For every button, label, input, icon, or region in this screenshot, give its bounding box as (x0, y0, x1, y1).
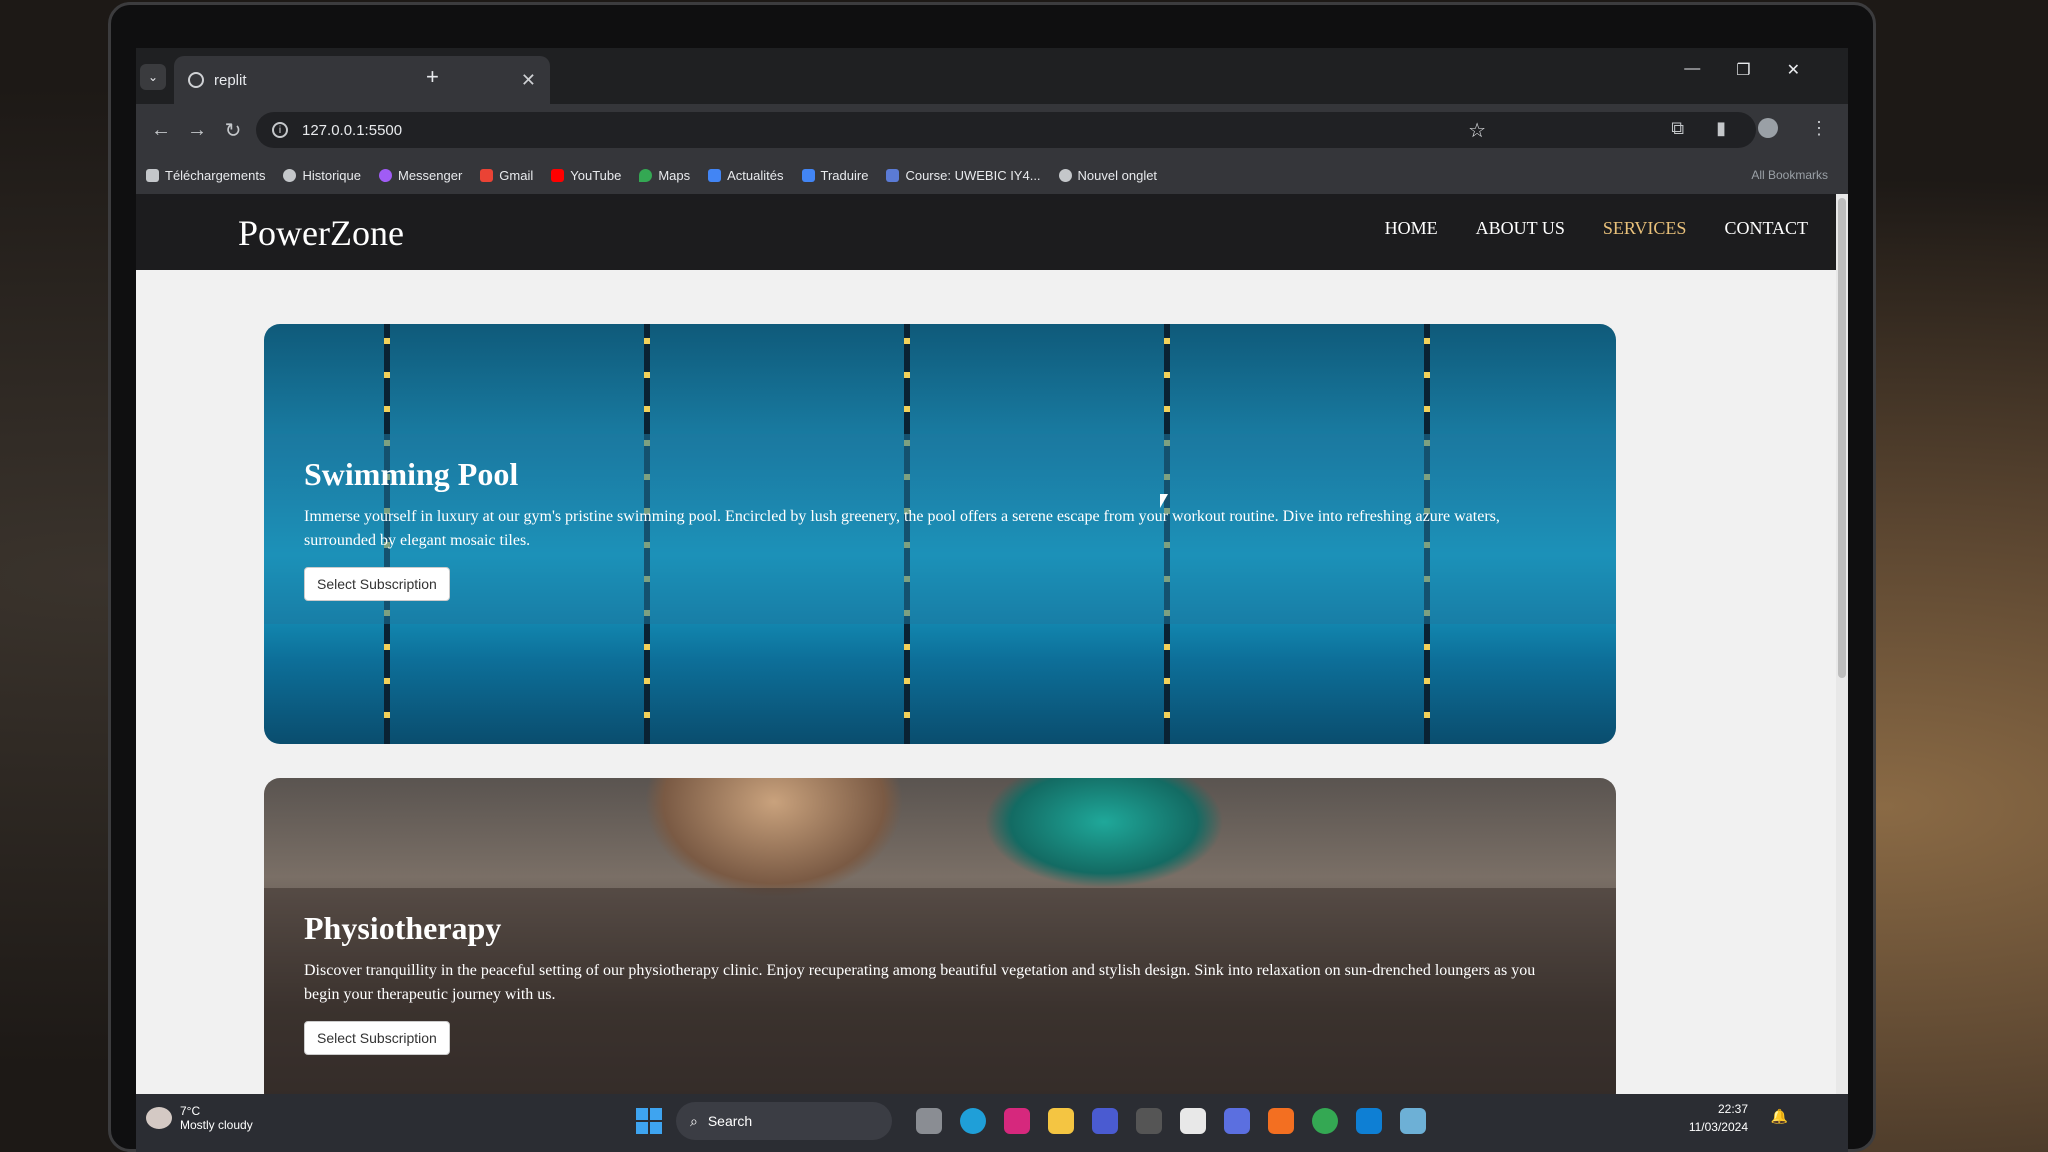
xampp-icon[interactable] (1268, 1108, 1294, 1134)
task-view-icon[interactable] (916, 1108, 942, 1134)
bookmark-youtube[interactable]: YouTube (551, 168, 621, 183)
history-icon (283, 168, 297, 182)
bookmark-star-icon[interactable]: ☆ (1468, 118, 1486, 143)
site-header: PowerZone HOME ABOUT US SERVICES CONTACT (136, 194, 1848, 270)
web-page: PowerZone HOME ABOUT US SERVICES CONTACT… (136, 194, 1848, 1094)
globe-icon (1058, 168, 1072, 182)
copilot-icon[interactable] (1224, 1108, 1250, 1134)
close-window-icon[interactable]: ✕ (1787, 60, 1800, 80)
site-info-icon[interactable]: i (272, 122, 288, 138)
athlete-image (644, 778, 904, 898)
maps-icon (639, 168, 653, 182)
search-label: Search (707, 1113, 753, 1129)
bookmark-translate[interactable]: Traduire (801, 168, 868, 183)
gmail-icon (480, 168, 494, 182)
instagram-icon[interactable] (1004, 1108, 1030, 1134)
minimize-icon[interactable]: — (1684, 60, 1700, 80)
menu-kebab-icon[interactable]: ⋮ (1810, 118, 1828, 139)
side-panel-icon[interactable]: ▮ (1716, 118, 1726, 139)
weather-text: Mostly cloudy (180, 1118, 253, 1132)
cloud-icon (146, 1107, 172, 1129)
globe-icon (188, 72, 204, 88)
clock-date: 11/03/2024 (1688, 1120, 1748, 1134)
news-icon (708, 168, 722, 182)
bookmark-maps[interactable]: Maps (639, 168, 690, 183)
card-title: Swimming Pool (304, 456, 519, 492)
select-subscription-button[interactable]: Select Subscription (304, 1021, 450, 1055)
browser-toolbar: ← → ↻ i 127.0.0.1:5500 ☆ ⧉ ▮ ⋮ (136, 104, 1848, 156)
file-explorer-icon[interactable] (1048, 1108, 1074, 1134)
forward-icon[interactable]: → (186, 119, 208, 142)
k-app-icon[interactable] (1092, 1108, 1118, 1134)
bookmarks-bar: Téléchargements Historique Messenger Gma… (136, 156, 1848, 194)
select-subscription-button[interactable]: Select Subscription (304, 567, 450, 601)
edge-icon[interactable] (960, 1108, 986, 1134)
site-logo[interactable]: PowerZone (238, 212, 404, 254)
profile-avatar[interactable] (1758, 118, 1778, 138)
store-icon[interactable] (1180, 1108, 1206, 1134)
tab-title: replit (214, 71, 247, 89)
temperature: 7°C (180, 1104, 201, 1118)
system-tray: 🔔 (1771, 1108, 1788, 1125)
translate-icon (801, 168, 815, 182)
address-bar[interactable]: i 127.0.0.1:5500 ☆ (256, 112, 1756, 148)
close-tab-icon[interactable]: ✕ (521, 70, 536, 91)
window-controls: — ❐ ✕ (1684, 60, 1800, 80)
chrome-icon[interactable] (1312, 1108, 1338, 1134)
service-card-physiotherapy: Physiotherapy Discover tranquillity in t… (264, 778, 1616, 1094)
weather-widget[interactable]: 7°C Mostly cloudy (146, 1104, 253, 1132)
service-card-swimming-pool: Swimming Pool Immerse yourself in luxury… (264, 324, 1616, 744)
tab-strip: ⌄ replit ✕ + — ❐ ✕ (136, 48, 1848, 104)
course-icon (886, 168, 900, 182)
reload-icon[interactable]: ↻ (222, 118, 244, 143)
extensions-icon[interactable]: ⧉ (1671, 118, 1684, 139)
tab-replit[interactable]: replit ✕ (174, 56, 550, 104)
nav-home[interactable]: HOME (1385, 218, 1438, 239)
bookmark-gmail[interactable]: Gmail (480, 168, 533, 183)
bookmark-history[interactable]: Historique (283, 168, 361, 183)
mouse-cursor (1160, 494, 1168, 508)
card-description: Discover tranquillity in the peaceful se… (304, 962, 1536, 1003)
messenger-icon (378, 168, 392, 182)
page-scrollbar[interactable] (1836, 194, 1848, 1094)
bookmark-messenger[interactable]: Messenger (378, 168, 462, 183)
restore-icon[interactable]: ❐ (1736, 60, 1750, 80)
download-icon (146, 168, 159, 182)
vscode-icon[interactable] (1356, 1108, 1382, 1134)
youtube-icon (551, 168, 565, 182)
back-icon[interactable]: ← (150, 119, 172, 142)
taskbar-apps (916, 1108, 1426, 1134)
card-description: Immerse yourself in luxury at our gym's … (304, 508, 1500, 549)
windows-taskbar: 7°C Mostly cloudy ⌕ Search 22:37 11/03/2… (136, 1094, 1848, 1152)
new-tab-button[interactable]: + (426, 64, 439, 90)
settings-app-icon[interactable] (1400, 1108, 1426, 1134)
all-bookmarks-button[interactable]: All Bookmarks (1751, 168, 1828, 182)
bookmark-course[interactable]: Course: UWEBIC IY4... (886, 168, 1041, 183)
screen: ⌄ replit ✕ + — ❐ ✕ ← → ↻ i 127.0.0.1:550… (136, 48, 1848, 1152)
card-title: Physiotherapy (304, 910, 502, 946)
tab-search-button[interactable]: ⌄ (140, 64, 166, 90)
nav-contact[interactable]: CONTACT (1724, 218, 1808, 239)
clock-time: 22:37 (1717, 1102, 1748, 1116)
scrollbar-thumb[interactable] (1838, 198, 1846, 678)
taskbar-search[interactable]: ⌕ Search (676, 1102, 892, 1140)
menu-app-icon[interactable] (1136, 1108, 1162, 1134)
trainer-image (984, 778, 1224, 888)
site-nav: HOME ABOUT US SERVICES CONTACT (1385, 218, 1808, 239)
notification-icon[interactable]: 🔔 (1771, 1108, 1788, 1125)
url-text: 127.0.0.1:5500 (302, 121, 403, 139)
search-icon: ⌕ (690, 1112, 698, 1129)
toolbar-actions: ⧉ ▮ ⋮ (1671, 118, 1828, 139)
clock[interactable]: 22:37 11/03/2024 (1689, 1100, 1748, 1136)
nav-about-us[interactable]: ABOUT US (1476, 218, 1565, 239)
nav-services[interactable]: SERVICES (1603, 218, 1687, 239)
card-overlay: Swimming Pool Immerse yourself in luxury… (264, 434, 1616, 624)
bookmark-downloads[interactable]: Téléchargements (146, 168, 265, 183)
start-button[interactable] (636, 1108, 662, 1134)
card-overlay: Physiotherapy Discover tranquillity in t… (264, 888, 1616, 1094)
bookmark-new-tab[interactable]: Nouvel onglet (1058, 168, 1157, 183)
bookmark-news[interactable]: Actualités (708, 168, 784, 183)
